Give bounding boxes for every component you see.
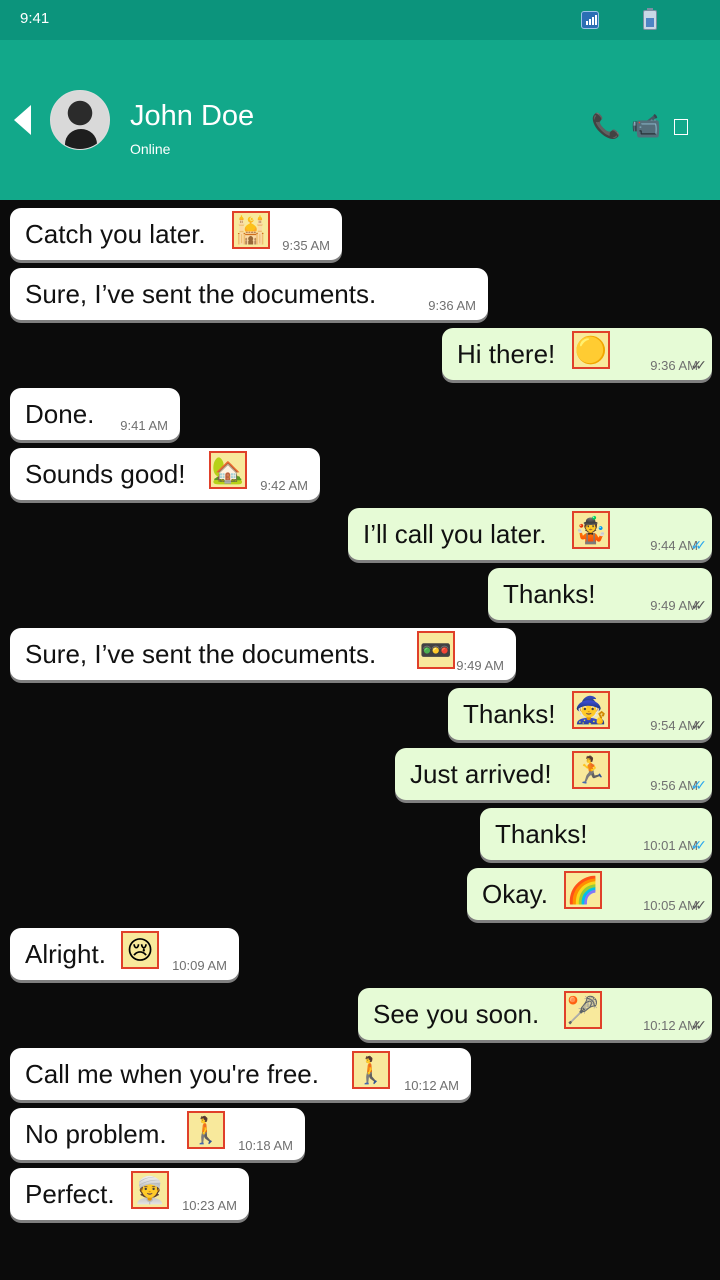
message-timestamp: 9:42 AM xyxy=(260,478,308,493)
incoming-message[interactable]: No problem. 🚶 10:18 AM xyxy=(10,1108,305,1160)
person-juggling-icon: 🤹 xyxy=(572,511,610,549)
double-check-icon: ✓✓ xyxy=(690,357,708,373)
message-list[interactable]: Catch you later. 🕌 9:35 AM Sure, I’ve sent … xyxy=(0,200,720,1280)
message-text: Okay. xyxy=(482,879,548,909)
incoming-message[interactable]: Sure, I’ve sent the documents. 🚥 9:49 AM xyxy=(10,628,516,680)
incoming-message[interactable]: Catch you later. 🕌 9:35 AM xyxy=(10,208,342,260)
message-timestamp: 9:49 AM xyxy=(456,658,504,673)
message-text: I’ll call you later. xyxy=(363,519,547,549)
chat-header: John Doe Online 📞 📹 xyxy=(0,40,720,200)
signal-icon xyxy=(581,11,599,29)
message-text: Sure, I’ve sent the documents. xyxy=(25,639,377,669)
double-check-icon: ✓✓ xyxy=(690,717,708,733)
message-timestamp: 9:36 AM xyxy=(428,298,476,313)
outgoing-message[interactable]: Thanks! 9:49 AM ✓✓ xyxy=(488,568,712,620)
video-camera-icon[interactable]: 📹 xyxy=(631,113,661,141)
person-running-icon: 🏃 xyxy=(572,751,610,789)
traffic-light-icon: 🚥 xyxy=(417,631,455,669)
outgoing-message[interactable]: Okay. 🌈 10:05 AM ✓✓ xyxy=(467,868,712,920)
incoming-message[interactable]: Done. 9:41 AM xyxy=(10,388,180,440)
double-check-icon: ✓✓ xyxy=(690,1017,708,1033)
phone-icon[interactable]: 📞 xyxy=(591,113,621,141)
yellow-circle-icon: 🟡 xyxy=(572,331,610,369)
status-bar: 9:41 xyxy=(0,0,720,40)
message-text: Done. xyxy=(25,399,95,429)
outgoing-message[interactable]: I’ll call you later. 🤹 9:44 AM ✓✓ xyxy=(348,508,712,560)
message-timestamp: 9:41 AM xyxy=(120,418,168,433)
person-walking-right-icon: 🚶 xyxy=(352,1051,390,1089)
more-options-icon[interactable] xyxy=(674,119,688,135)
message-text: Sounds good! xyxy=(25,459,186,489)
person-with-turban-icon: 👳 xyxy=(131,1171,169,1209)
mage-icon: 🧙 xyxy=(572,691,610,729)
message-text: Hi there! xyxy=(457,339,556,369)
rainbow-icon: 🌈 xyxy=(564,871,602,909)
message-text: Just arrived! xyxy=(410,759,552,789)
outgoing-message[interactable]: Thanks! 🧙 9:54 AM ✓✓ xyxy=(448,688,712,740)
crying-face-icon: 😢 xyxy=(121,931,159,969)
message-text: Thanks! xyxy=(463,699,556,729)
message-text: Catch you later. xyxy=(25,219,206,249)
incoming-message[interactable]: Alright. 😢 10:09 AM xyxy=(10,928,239,980)
message-timestamp: 10:23 AM xyxy=(182,1198,237,1213)
message-text: Thanks! xyxy=(495,819,588,849)
incoming-message[interactable]: Perfect. 👳 10:23 AM xyxy=(10,1168,249,1220)
mosque-icon: 🕌 xyxy=(232,211,270,249)
message-text: Sure, I’ve sent the documents. xyxy=(25,279,377,309)
lacrosse-icon: 🥍 xyxy=(564,991,602,1029)
outgoing-message[interactable]: Hi there! 🟡 9:36 AM ✓✓ xyxy=(442,328,712,380)
outgoing-message[interactable]: Just arrived! 🏃 9:56 AM ✓✓ xyxy=(395,748,712,800)
double-check-read-icon: ✓✓ xyxy=(690,837,708,853)
message-timestamp: 10:12 AM xyxy=(404,1078,459,1093)
contact-avatar[interactable] xyxy=(50,90,110,150)
message-text: No problem. xyxy=(25,1119,167,1149)
message-text: Call me when you're free. xyxy=(25,1059,319,1089)
incoming-message[interactable]: Sure, I’ve sent the documents. 9:36 AM xyxy=(10,268,488,320)
message-text: See you soon. xyxy=(373,999,540,1029)
outgoing-message[interactable]: Thanks! 10:01 AM ✓✓ xyxy=(480,808,712,860)
message-text: Alright. xyxy=(25,939,106,969)
contact-name[interactable]: John Doe xyxy=(130,100,254,133)
status-time: 9:41 xyxy=(20,10,50,27)
message-text: Thanks! xyxy=(503,579,596,609)
back-arrow-icon[interactable] xyxy=(14,105,31,135)
double-check-icon: ✓✓ xyxy=(690,897,708,913)
person-walking-right-icon: 🚶 xyxy=(187,1111,225,1149)
house-with-garden-icon: 🏡 xyxy=(209,451,247,489)
message-timestamp: 10:18 AM xyxy=(238,1138,293,1153)
message-timestamp: 9:35 AM xyxy=(282,238,330,253)
double-check-read-icon: ✓✓ xyxy=(690,537,708,553)
contact-presence: Online xyxy=(130,141,171,157)
double-check-read-icon: ✓✓ xyxy=(690,777,708,793)
message-timestamp: 10:09 AM xyxy=(172,958,227,973)
battery-icon xyxy=(643,8,657,30)
incoming-message[interactable]: Sounds good! 🏡 9:42 AM xyxy=(10,448,320,500)
message-text: Perfect. xyxy=(25,1179,115,1209)
outgoing-message[interactable]: See you soon. 🥍 10:12 AM ✓✓ xyxy=(358,988,712,1040)
incoming-message[interactable]: Call me when you're free. 🚶 10:12 AM xyxy=(10,1048,471,1100)
double-check-icon: ✓✓ xyxy=(690,597,708,613)
